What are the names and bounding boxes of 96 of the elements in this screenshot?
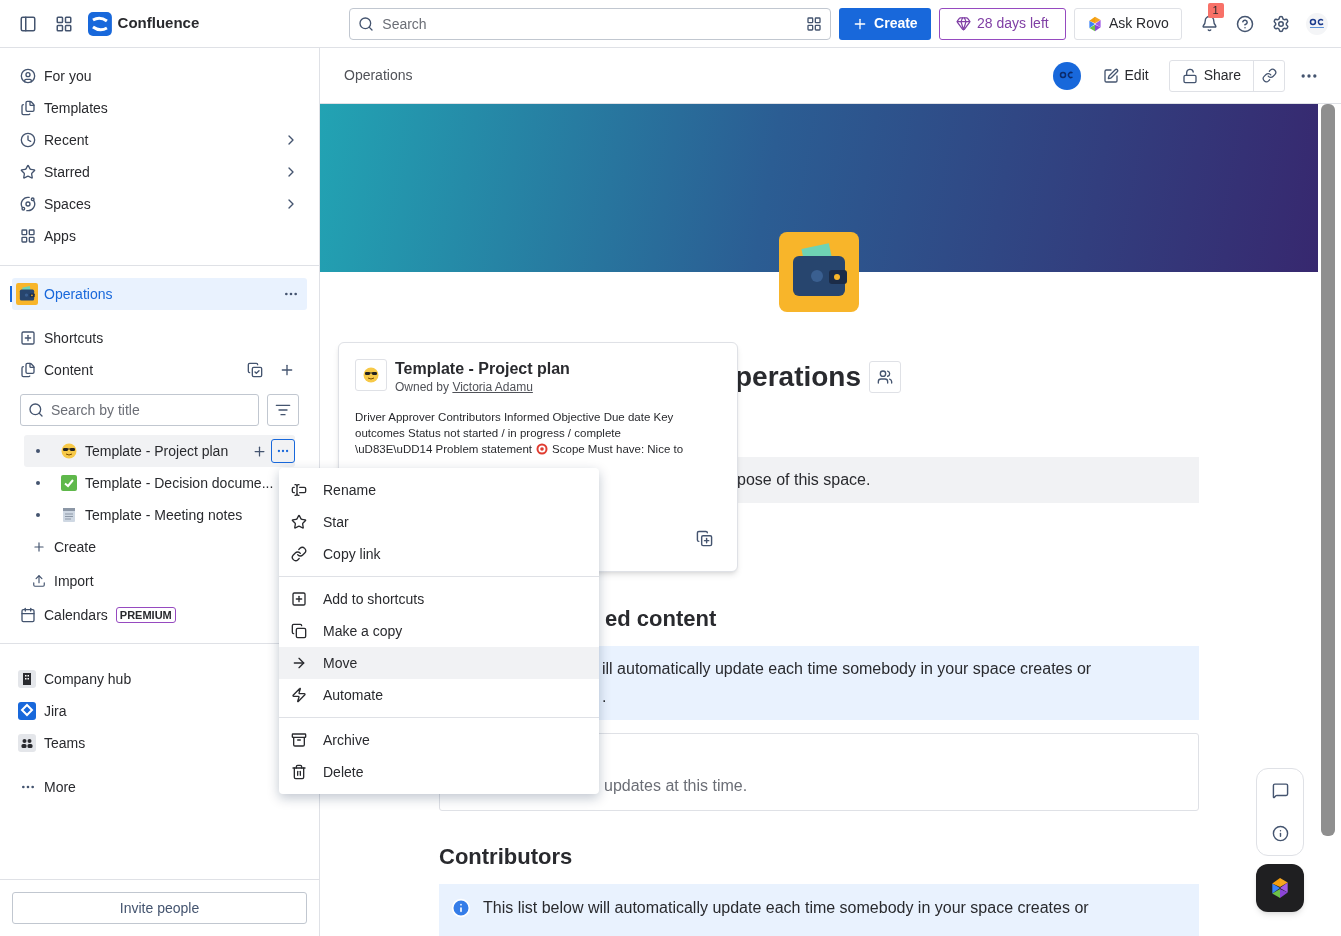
- wallet-icon: [779, 232, 859, 312]
- info-text: .: [602, 687, 608, 707]
- target-icon: [536, 443, 549, 455]
- card-excerpt: Scope Must have: Nice to: [552, 442, 684, 457]
- info-icon[interactable]: [1271, 825, 1289, 842]
- section-heading: ed content: [605, 606, 717, 631]
- notifications-icon[interactable]: [1201, 15, 1218, 32]
- jira-logo-icon: [18, 702, 36, 720]
- duplicate-icon[interactable]: [696, 530, 713, 547]
- nav-item[interactable]: Starred: [12, 156, 307, 188]
- search-icon: [358, 15, 375, 32]
- create-button[interactable]: Create: [839, 7, 931, 40]
- info-text: This list below will automatically update each time somebody in your space creates or: [483, 898, 1089, 918]
- card-title[interactable]: Template - Project plan: [395, 359, 570, 379]
- wallet-icon: [16, 283, 38, 305]
- empty-message: updates at this time.: [604, 777, 748, 794]
- nav-item[interactable]: For you: [12, 60, 307, 92]
- avatar-icon[interactable]: [1052, 61, 1081, 90]
- scrollbar-thumb[interactable]: [1321, 104, 1335, 836]
- description-text: pose of this space.: [737, 470, 871, 490]
- comment-icon[interactable]: [1271, 782, 1289, 799]
- section-heading: Contributors: [439, 844, 573, 869]
- grid-icon: [20, 228, 36, 244]
- rovo-logo-icon: [1086, 15, 1103, 32]
- upload-icon: [32, 574, 46, 588]
- confluence-logo-icon: [87, 11, 112, 36]
- breadcrumb-link[interactable]: Operations: [344, 65, 1053, 86]
- sunglasses-face-icon: [61, 443, 77, 459]
- plus-icon: [32, 540, 46, 554]
- card-excerpt: Driver Approver Contributors Informed Objective Due date Key: [355, 410, 675, 425]
- info-icon: [451, 898, 471, 918]
- copy-icon: [291, 623, 307, 639]
- owner-link[interactable]: Victoria Adamu: [452, 380, 533, 394]
- gem-icon: [956, 16, 972, 31]
- unlock-icon: [1181, 67, 1198, 84]
- card-excerpt: \uD83E\uDD14 Problem statement: [355, 442, 533, 457]
- edit-button[interactable]: Edit: [1096, 59, 1155, 92]
- trial-button[interactable]: 28 days left: [938, 7, 1067, 40]
- calendar-icon: [20, 607, 36, 623]
- link-icon: [1261, 68, 1277, 83]
- check-icon: [61, 475, 77, 491]
- clock-icon: [20, 132, 36, 148]
- contributors-button[interactable]: [869, 361, 902, 393]
- ask-rovo-button[interactable]: Ask Rovo: [1074, 7, 1182, 40]
- user-icon: [20, 68, 36, 84]
- star-icon: [291, 514, 307, 530]
- notification-count: 1: [1207, 2, 1224, 18]
- nav-item[interactable]: Spaces: [12, 188, 307, 220]
- add-icon[interactable]: [252, 443, 267, 459]
- bulk-select-icon[interactable]: [247, 362, 263, 378]
- orbit-icon: [20, 196, 36, 212]
- search-field[interactable]: Search: [349, 7, 832, 40]
- people-icon: [18, 734, 36, 752]
- page-title: perations: [735, 360, 862, 394]
- filter-icon[interactable]: [806, 15, 823, 32]
- trash-icon: [291, 764, 307, 780]
- content-icon: [20, 362, 36, 378]
- notepad-icon: [61, 507, 77, 523]
- add-icon[interactable]: [279, 362, 295, 378]
- more-button[interactable]: [271, 439, 295, 463]
- page-tree-item[interactable]: Template - Project plan: [24, 435, 295, 467]
- nav-item[interactable]: Shortcuts: [12, 322, 307, 354]
- invite-people-button[interactable]: Invite people: [12, 892, 307, 924]
- owner-label: Owned by: [395, 380, 450, 394]
- files-icon: [20, 100, 36, 116]
- info-text: ill automatically update each time somebody in your space creates or: [602, 659, 1093, 679]
- add-shortcut-icon: [291, 591, 307, 607]
- nav-item[interactable]: Templates: [12, 92, 307, 124]
- calendars-label[interactable]: Calendars: [44, 604, 108, 626]
- nav-item[interactable]: Apps: [12, 220, 307, 252]
- filter-icon: [275, 402, 291, 418]
- arrow-right-icon: [291, 655, 307, 671]
- rovo-button[interactable]: [1256, 864, 1304, 912]
- title-search-field[interactable]: Search by title: [20, 394, 259, 426]
- avatar-icon[interactable]: [1305, 11, 1329, 36]
- sunglasses-face-icon: [363, 367, 379, 383]
- content-label[interactable]: Content: [44, 359, 239, 381]
- lightning-icon: [291, 687, 307, 703]
- nav-item[interactable]: Recent: [12, 124, 307, 156]
- menu-item[interactable]: Move: [279, 647, 599, 679]
- pencil-icon: [1102, 67, 1119, 84]
- card-excerpt: outcomes Status not started / in progress / complete: [355, 426, 622, 441]
- people-icon: [877, 369, 894, 385]
- filter-button[interactable]: [267, 394, 299, 426]
- link-icon: [291, 546, 307, 562]
- star-icon: [20, 164, 36, 180]
- rename-icon: [291, 482, 307, 498]
- building-icon: [18, 670, 36, 688]
- space-item[interactable]: Operations: [12, 278, 307, 310]
- product-name[interactable]: Confluence: [117, 12, 200, 35]
- archive-icon: [291, 732, 307, 748]
- add-shortcut-icon: [20, 330, 36, 346]
- menu-item[interactable]: Make a copy: [279, 615, 599, 647]
- premium-label: PREMIUM: [115, 607, 176, 623]
- rovo-logo-icon: [1269, 877, 1291, 899]
- search-icon: [28, 402, 44, 418]
